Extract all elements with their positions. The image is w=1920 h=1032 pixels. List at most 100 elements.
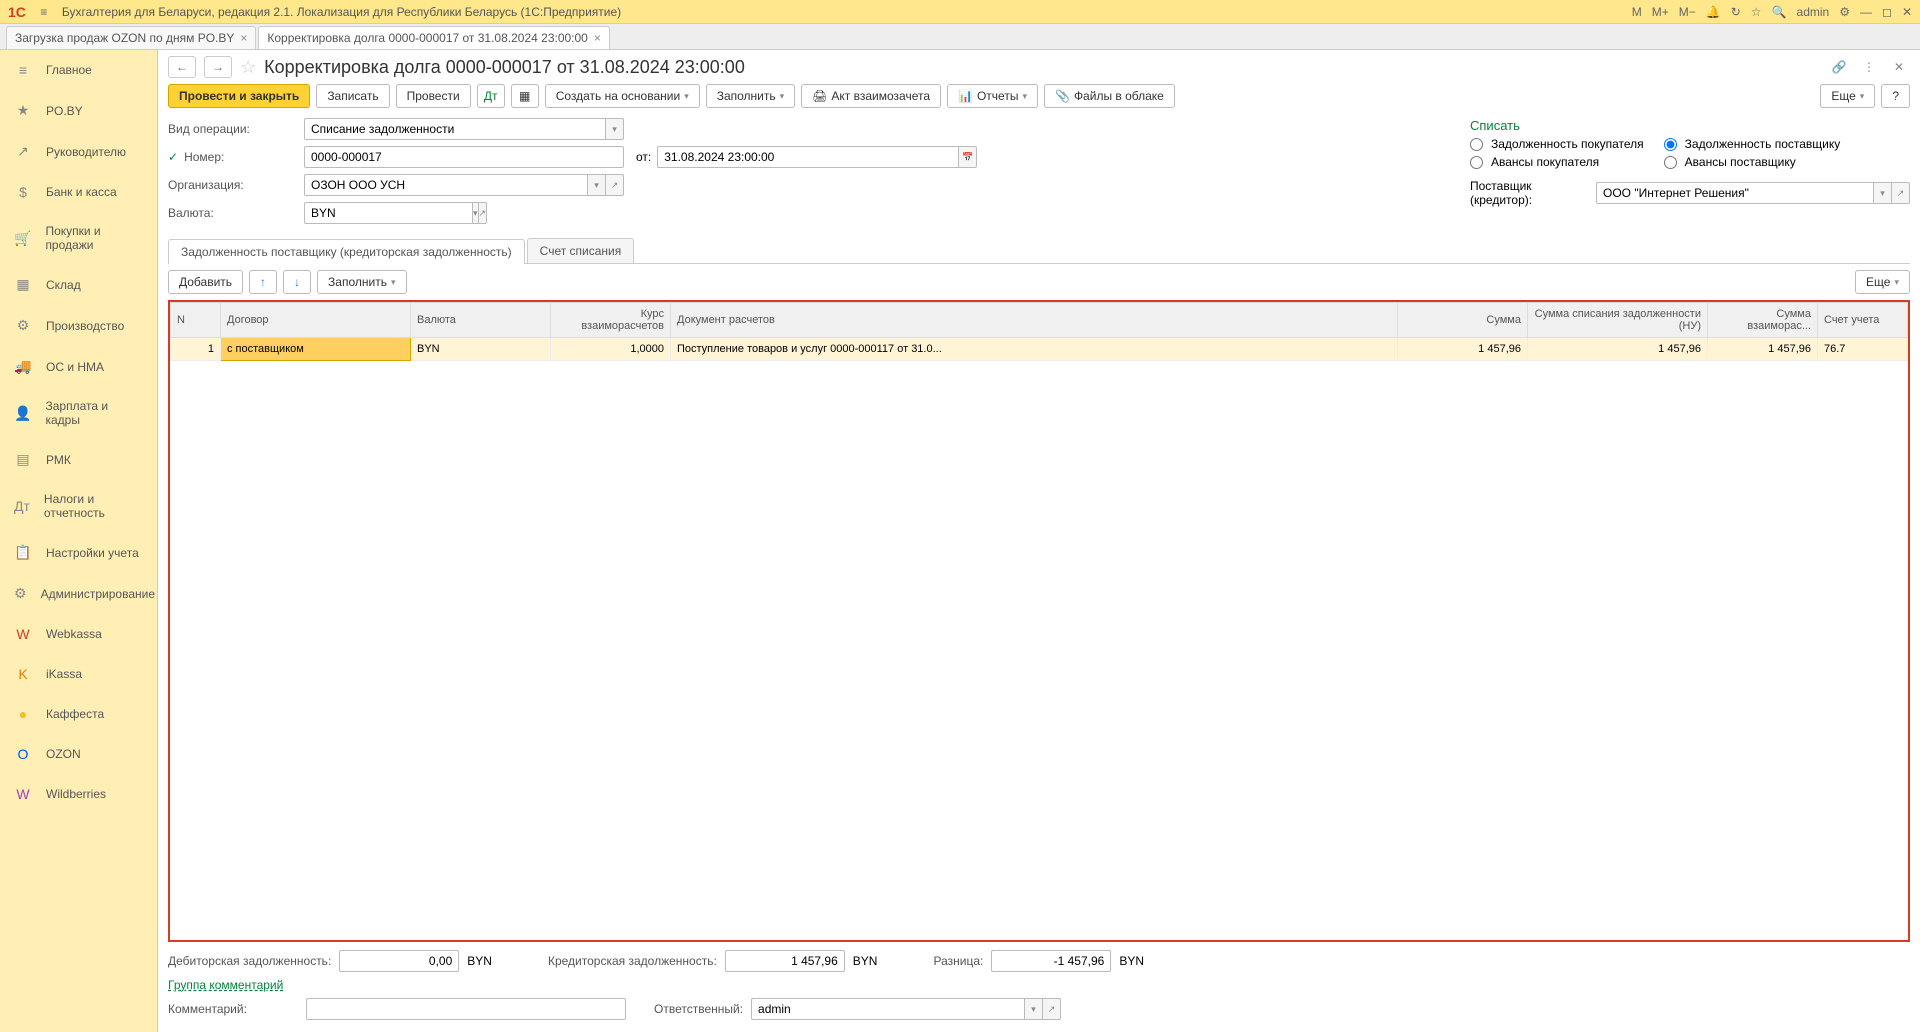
add-row-button[interactable]: Добавить xyxy=(168,270,243,294)
currency-input[interactable] xyxy=(304,202,473,224)
resp-input[interactable] xyxy=(751,998,1025,1020)
col-account[interactable]: Счет учета xyxy=(1818,303,1908,338)
reports-button[interactable]: 📊Отчеты xyxy=(947,84,1038,108)
bell-icon[interactable]: 🔔 xyxy=(1706,5,1721,19)
files-button[interactable]: 📎Файлы в облаке xyxy=(1044,84,1175,108)
col-rate[interactable]: Курс взаиморасчетов xyxy=(551,303,671,338)
write-button[interactable]: Записать xyxy=(316,84,389,108)
tab-writeoff-account[interactable]: Счет списания xyxy=(527,238,635,263)
cell-rate[interactable]: 1,0000 xyxy=(551,338,671,361)
star-icon[interactable]: ☆ xyxy=(1751,5,1762,19)
radio-buyer-debt[interactable]: Задолженность покупателя xyxy=(1470,137,1644,151)
favorite-star-icon[interactable]: ☆ xyxy=(240,57,256,78)
col-sum[interactable]: Сумма xyxy=(1398,303,1528,338)
tab-debt-correction[interactable]: Корректировка долга 0000-000017 от 31.08… xyxy=(258,26,609,49)
sidebar-item-rmk[interactable]: ▤РМК xyxy=(0,439,157,480)
dtk-button[interactable]: Дт xyxy=(477,84,505,108)
link-icon[interactable]: 🔗 xyxy=(1828,56,1850,78)
date-input[interactable] xyxy=(657,146,959,168)
settings-icon[interactable]: ⚙ xyxy=(1839,5,1850,19)
open-icon[interactable]: ↗ xyxy=(479,202,488,224)
mem-m[interactable]: M xyxy=(1632,5,1642,19)
comment-input[interactable] xyxy=(306,998,626,1020)
number-input[interactable] xyxy=(304,146,624,168)
cell-account[interactable]: 76.7 xyxy=(1818,338,1908,361)
open-icon[interactable]: ↗ xyxy=(606,174,624,196)
history-icon[interactable]: ↻ xyxy=(1731,5,1741,19)
cell-doc[interactable]: Поступление товаров и услуг 0000-000117 … xyxy=(671,338,1398,361)
sidebar-item-manager[interactable]: ↗Руководителю xyxy=(0,131,157,172)
cell-sum[interactable]: 1 457,96 xyxy=(1398,338,1528,361)
sidebar-item-ozon[interactable]: OOZON xyxy=(0,734,157,774)
tab-ozon-load[interactable]: Загрузка продаж OZON по дням PO.BY × xyxy=(6,26,256,49)
move-down-button[interactable]: ↓ xyxy=(283,270,311,294)
sidebar-item-kaffesta[interactable]: ●Каффеста xyxy=(0,694,157,734)
fill-button[interactable]: Заполнить xyxy=(706,84,795,108)
sidebar-item-hr[interactable]: 👤Зарплата и кадры xyxy=(0,387,157,439)
sidebar-item-production[interactable]: ⚙Производство xyxy=(0,305,157,346)
open-icon[interactable]: ↗ xyxy=(1892,182,1910,204)
supplier-input[interactable] xyxy=(1596,182,1874,204)
table-row[interactable]: 1 с поставщиком BYN 1,0000 Поступление т… xyxy=(171,338,1908,361)
comment-group-link[interactable]: Группа комментарий xyxy=(168,978,283,992)
sidebar-item-admin[interactable]: ⚙Администрирование xyxy=(0,573,157,614)
radio-buyer-advance[interactable]: Авансы покупателя xyxy=(1470,155,1644,169)
org-input[interactable] xyxy=(304,174,588,196)
dropdown-icon[interactable]: ▾ xyxy=(1874,182,1892,204)
search-icon[interactable]: 🔍 xyxy=(1772,5,1787,19)
calendar-icon[interactable]: 📅 xyxy=(959,146,977,168)
sidebar-item-wb[interactable]: WWildberries xyxy=(0,774,157,814)
cred-value[interactable] xyxy=(725,950,845,972)
sidebar-item-poby[interactable]: ★PO.BY xyxy=(0,90,157,131)
dropdown-icon[interactable]: ▾ xyxy=(606,118,624,140)
menu-icon[interactable]: ≡ xyxy=(34,5,54,19)
radio-supplier-advance[interactable]: Авансы поставщику xyxy=(1664,155,1841,169)
move-up-button[interactable]: ↑ xyxy=(249,270,277,294)
nav-forward-button[interactable]: → xyxy=(204,56,232,78)
fill-table-button[interactable]: Заполнить xyxy=(317,270,406,294)
cell-n[interactable]: 1 xyxy=(171,338,221,361)
maximize-icon[interactable]: ◻ xyxy=(1882,5,1892,19)
sidebar-item-sales[interactable]: 🛒Покупки и продажи xyxy=(0,212,157,264)
sidebar-item-warehouse[interactable]: ▦Склад xyxy=(0,264,157,305)
create-based-button[interactable]: Создать на основании xyxy=(545,84,700,108)
sidebar-item-taxes[interactable]: ДтНалоги и отчетность xyxy=(0,480,157,532)
structure-button[interactable]: ▦ xyxy=(511,84,539,108)
sidebar-item-bank[interactable]: $Банк и касса xyxy=(0,172,157,212)
minimize-icon[interactable]: — xyxy=(1860,5,1872,19)
sidebar-item-ikassa[interactable]: KiKassa xyxy=(0,654,157,694)
radio-supplier-debt[interactable]: Задолженность поставщику xyxy=(1664,137,1841,151)
cell-sum-nu[interactable]: 1 457,96 xyxy=(1528,338,1708,361)
dropdown-icon[interactable]: ▾ xyxy=(588,174,606,196)
sidebar-item-webkassa[interactable]: WWebkassa xyxy=(0,614,157,654)
more-icon[interactable]: ⋮ xyxy=(1858,56,1880,78)
help-button[interactable]: ? xyxy=(1881,84,1910,108)
open-icon[interactable]: ↗ xyxy=(1043,998,1061,1020)
cell-sum-vz[interactable]: 1 457,96 xyxy=(1708,338,1818,361)
nav-back-button[interactable]: ← xyxy=(168,56,196,78)
close-doc-icon[interactable]: ✕ xyxy=(1888,56,1910,78)
sidebar-item-settings[interactable]: 📋Настройки учета xyxy=(0,532,157,573)
user-label[interactable]: admin xyxy=(1797,5,1830,19)
col-n[interactable]: N xyxy=(171,303,221,338)
close-icon[interactable]: ✕ xyxy=(1902,5,1912,19)
tab-supplier-debt[interactable]: Задолженность поставщику (кредиторская з… xyxy=(168,239,525,264)
cell-contract[interactable]: с поставщиком xyxy=(221,338,411,361)
diff-value[interactable] xyxy=(991,950,1111,972)
sidebar-item-main[interactable]: ≡Главное xyxy=(0,50,157,90)
col-contract[interactable]: Договор xyxy=(221,303,411,338)
operation-select[interactable] xyxy=(304,118,606,140)
mem-mminus[interactable]: M− xyxy=(1679,5,1696,19)
cell-currency[interactable]: BYN xyxy=(411,338,551,361)
act-button[interactable]: 🖨Акт взаимозачета xyxy=(801,84,941,108)
deb-value[interactable] xyxy=(339,950,459,972)
col-doc[interactable]: Документ расчетов xyxy=(671,303,1398,338)
tab-close-icon[interactable]: × xyxy=(240,31,247,45)
dropdown-icon[interactable]: ▾ xyxy=(1025,998,1043,1020)
post-button[interactable]: Провести xyxy=(396,84,471,108)
col-currency[interactable]: Валюта xyxy=(411,303,551,338)
col-sum-nu[interactable]: Сумма списания задолженности (НУ) xyxy=(1528,303,1708,338)
sidebar-item-assets[interactable]: 🚚ОС и НМА xyxy=(0,346,157,387)
post-and-close-button[interactable]: Провести и закрыть xyxy=(168,84,310,108)
more-button[interactable]: Еще xyxy=(1820,84,1875,108)
